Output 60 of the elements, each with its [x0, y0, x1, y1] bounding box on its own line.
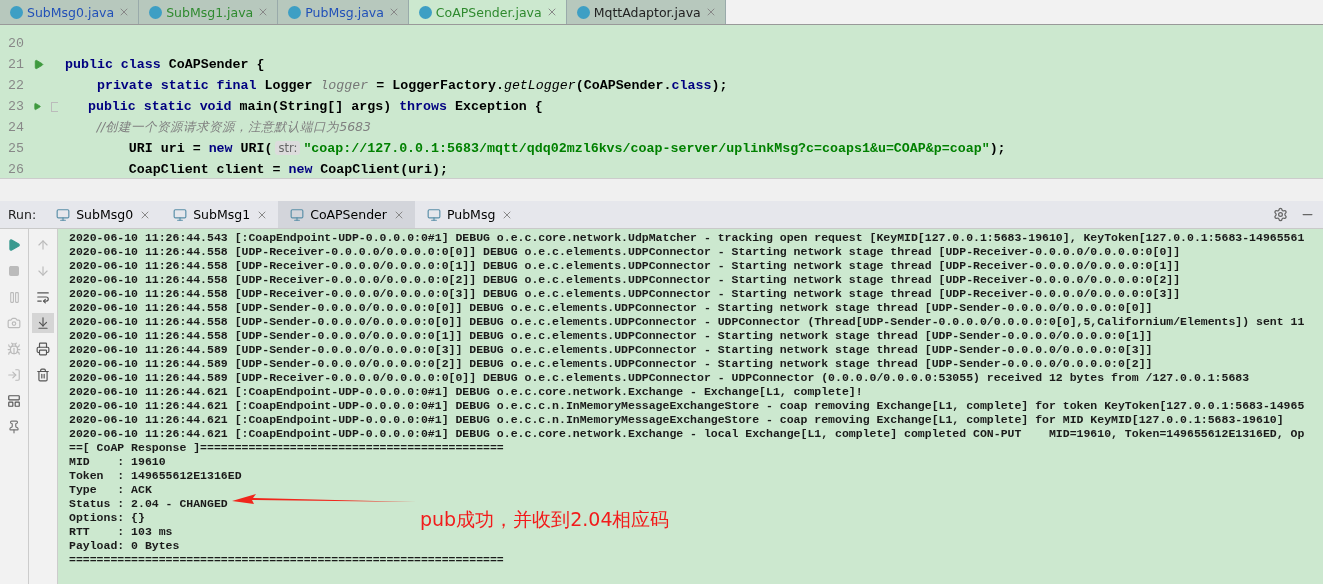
console-line: 2020-06-10 11:26:44.621 [:CoapEndpoint-UDP-0.0.0.0:0#1] DEBUG o.e.c.core.network.Exchange - Exchange[L1, complete]!: [69, 385, 863, 399]
editor-tab[interactable]: SubMsg0.java: [0, 0, 140, 24]
console-line: Status : 2.04 - CHANGED: [69, 497, 228, 511]
console-line: Payload: 0 Bytes: [69, 539, 180, 553]
console-line: Token : 149655612E1316ED: [69, 469, 242, 483]
run-tab[interactable]: SubMsg1: [161, 201, 279, 228]
class-file-icon: [10, 5, 23, 19]
console-line: Options: {}: [69, 511, 145, 525]
console-line: 2020-06-10 11:26:44.558 [UDP-Receiver-0.0.0.0/0.0.0.0:0[0]] DEBUG o.e.c.elements.UDPConnector - Starting network stage thread [UDP-Receiver-0.0.0.0/0.0.0.0:0[0]]: [69, 245, 1181, 259]
run-tab[interactable]: CoAPSender: [278, 201, 415, 228]
console-icon: [56, 207, 71, 222]
code-line: CoapClient client = new CoapClient(uri);: [127, 162, 449, 177]
console-line: 2020-06-10 11:26:44.621 [:CoapEndpoint-UDP-0.0.0.0:0#1] DEBUG o.e.c.c.n.InMemoryMessageExchangeStore - coap removing Exchange[L1, complete] for MID KeyMID[127.0.0.1:5683-19610]: [69, 413, 1284, 427]
console-icon: [426, 207, 441, 222]
annotation-text: pub成功，并收到2.04相应码: [420, 507, 670, 532]
line-number: 22: [7, 78, 24, 93]
console-line: Type : ACK: [69, 483, 152, 497]
line-number: 21: [7, 57, 24, 72]
console-line: 2020-06-10 11:26:44.558 [UDP-Sender-0.0.0.0/0.0.0.0:0[0]] DEBUG o.e.c.elements.UDPConnector - UDPConnector (Thread[UDP-Sender-0.0.0.0/0.0.0.0:0[0],5,Californium/Elements]) sent 11: [69, 315, 1305, 329]
console-line: MID : 19610: [69, 455, 166, 469]
console-line: 2020-06-10 11:26:44.621 [:CoapEndpoint-UDP-0.0.0.0:0#1] DEBUG o.e.c.core.network.Exchange - local Exchange[L1, complete] completed CON-PUT MID=19610, Token=149655612E1316ED, Op: [69, 427, 1305, 441]
class-file-icon: [576, 5, 590, 19]
console-line: 2020-06-10 11:26:44.558 [UDP-Receiver-0.0.0.0/0.0.0.0:0[2]] DEBUG o.e.c.elements.UDPConnector - Starting network stage thread [UDP-Receiver-0.0.0.0/0.0.0.0:0[2]]: [69, 273, 1181, 287]
code-line: public static void main(String[] args) throws Exception {: [86, 99, 543, 114]
settings-icon[interactable]: [1273, 207, 1288, 222]
console-line: ===============================================================: [69, 553, 504, 567]
editor-tab[interactable]: MqttAdaptor.java: [566, 0, 726, 24]
code-line: public class CoAPSender {: [65, 57, 265, 72]
code-line: URI uri = new URI( str: "coap://127.0.0.1:5683/mqtt/qdq02mzl6kvs/coap-server/uplinkMsg?c=coaps1&u=COAP&p=coap");: [127, 141, 1006, 156]
line-number: 24: [7, 120, 24, 135]
editor-tab[interactable]: PubMsg.java: [278, 0, 409, 24]
console-line: 2020-06-10 11:26:44.558 [UDP-Sender-0.0.0.0/0.0.0.0:0[0]] DEBUG o.e.c.elements.UDPConnector - Starting network stage thread [UDP-Sender-0.0.0.0/0.0.0.0:0[0]]: [69, 301, 1153, 315]
console-line: 2020-06-10 11:26:44.558 [UDP-Receiver-0.0.0.0/0.0.0.0:0[3]] DEBUG o.e.c.elements.UDPConnector - Starting network stage thread [UDP-Receiver-0.0.0.0/0.0.0.0:0[3]]: [69, 287, 1181, 301]
run-icon[interactable]: [33, 59, 44, 70]
run-label: Run:: [7, 207, 38, 222]
console-icon: [173, 207, 188, 222]
run-tab[interactable]: PubMsg: [414, 201, 524, 228]
class-file-icon: [288, 5, 302, 19]
console-line: 2020-06-10 11:26:44.589 [UDP-Sender-0.0.0.0/0.0.0.0:0[2]] DEBUG o.e.c.elements.UDPConnector - Starting network stage thread [UDP-Sender-0.0.0.0/0.0.0.0:0[2]]: [69, 357, 1153, 371]
class-file-icon: [149, 5, 163, 19]
scroll-to-end-icon[interactable]: [32, 313, 54, 333]
code-line: private static final Logger logger = LoggerFactory.getLogger(CoAPSender.class);: [95, 78, 728, 93]
console-line: 2020-06-10 11:26:44.558 [UDP-Receiver-0.0.0.0/0.0.0.0:0[1]] DEBUG o.e.c.elements.UDPConnector - Starting network stage thread [UDP-Receiver-0.0.0.0/0.0.0.0:0[1]]: [69, 259, 1181, 273]
console-line: 2020-06-10 11:26:44.621 [:CoapEndpoint-UDP-0.0.0.0:0#1] DEBUG o.e.c.c.n.InMemoryMessageExchangeStore - coap removing Exchange[L1, complete] for token KeyToken[127.0.0.1:5683-14965: [69, 399, 1305, 413]
fold-icon[interactable]: [51, 101, 58, 112]
console-line: 2020-06-10 11:26:44.543 [:CoapEndpoint-UDP-0.0.0.0:0#1] DEBUG o.e.c.core.network.UdpMatcher - tracking open request [KeyMID[127.0.0.1:5683-19610], KeyToken[127.0.0.1:5683-14965561: [69, 231, 1305, 245]
run-icon[interactable]: [33, 101, 42, 112]
class-file-icon: [418, 5, 432, 19]
code-line: //创建一个资源请求资源，注意默认端口为5683: [95, 119, 372, 136]
run-tab[interactable]: SubMsg0: [44, 201, 162, 228]
console-line: 2020-06-10 11:26:44.558 [UDP-Sender-0.0.0.0/0.0.0.0:0[1]] DEBUG o.e.c.elements.UDPConnector - Starting network stage thread [UDP-Sender-0.0.0.0/0.0.0.0:0[1]]: [69, 329, 1153, 343]
line-number: 23: [7, 99, 24, 114]
line-number: 26: [7, 162, 24, 177]
console-line: 2020-06-10 11:26:44.589 [UDP-Sender-0.0.0.0/0.0.0.0:0[3]] DEBUG o.e.c.elements.UDPConnector - Starting network stage thread [UDP-Sender-0.0.0.0/0.0.0.0:0[3]]: [69, 343, 1153, 357]
console-line: ==[ CoAP Response ]============================================: [69, 441, 504, 455]
console-line: 2020-06-10 11:26:44.589 [UDP-Receiver-0.0.0.0/0.0.0.0:0[0]] DEBUG o.e.c.elements.UDPConnector - UDPConnector (0.0.0.0/0.0.0.0:53055) received 12 bytes from /127.0.0.1:5683: [69, 371, 1250, 385]
console-line: RTT : 103 ms: [69, 525, 173, 539]
console-icon: [290, 207, 305, 222]
line-number: 20: [7, 36, 24, 51]
line-number: 25: [7, 141, 24, 156]
